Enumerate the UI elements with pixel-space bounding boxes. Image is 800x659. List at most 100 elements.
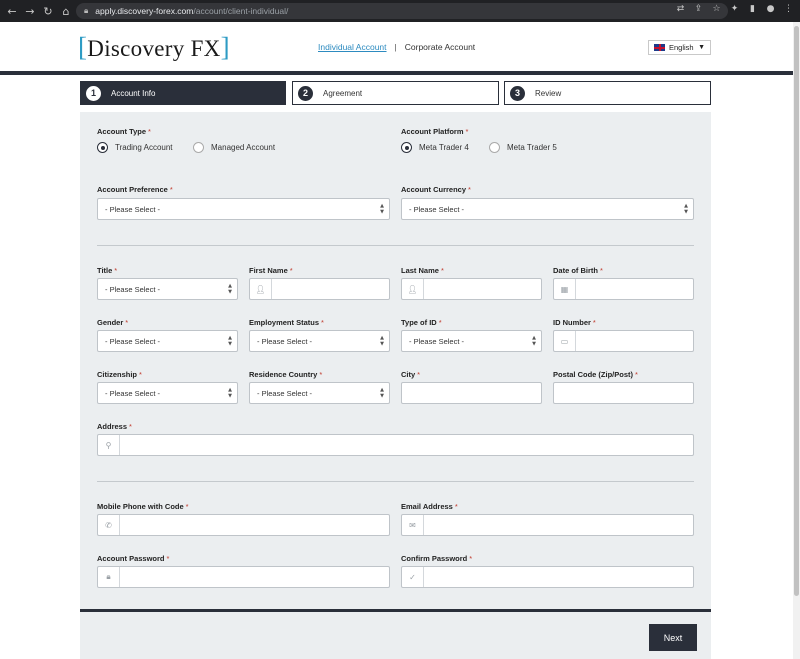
translate-icon[interactable]: ⇄ [675,4,686,14]
account-currency-select[interactable]: - Please Select - ▲ ▼ [401,198,694,220]
url-host: apply.discovery-forex.com [95,6,194,16]
mobile-phone-input[interactable] [120,515,389,535]
share-icon[interactable]: ⇪ [693,4,704,14]
title-select[interactable]: - Please Select - ▲ ▼ [97,278,238,300]
date-of-birth-input[interactable] [576,279,693,299]
select-arrows-icon: ▲ ▼ [228,387,232,399]
forward-icon[interactable]: → [21,5,39,18]
radio-meta-trader-5[interactable]: Meta Trader 5 [489,142,557,153]
extensions-icon[interactable]: ✦ [729,4,740,14]
id-number-input[interactable] [576,331,693,351]
account-password-field[interactable]: 🔒︎ [97,566,390,588]
radio-button[interactable] [97,142,108,153]
address-label: Address * [97,422,132,431]
email-input[interactable] [424,515,693,535]
first-name-field[interactable]: 👤︎ [249,278,390,300]
browser-menu-icon[interactable]: ⋮ [783,4,794,14]
postal-code-input[interactable] [554,383,693,403]
account-preference-label: Account Preference * [97,185,173,194]
postal-code-field[interactable] [553,382,694,404]
address-bar[interactable]: 🔒︎ apply.discovery-forex.com /account/cl… [76,3,728,19]
postal-code-label: Postal Code (Zip/Post) * [553,370,638,379]
select-value: - Please Select - [257,388,313,398]
map-marker-icon: ⚲ [98,435,120,455]
account-type-links: Individual Account | Corporate Account [318,42,475,52]
select-arrows-icon: ▲ ▼ [228,335,232,347]
logo-text: Discovery FX [87,36,221,61]
confirm-password-input[interactable] [424,567,693,587]
lock-icon: 🔒︎ [98,567,120,587]
mobile-phone-field[interactable]: ✆ [97,514,390,536]
step-number: 2 [298,85,313,101]
select-arrows-icon: ▲ ▼ [532,335,536,347]
select-value: - Please Select - [409,336,465,346]
radio-label: Meta Trader 5 [507,143,557,152]
url-path: /account/client-individual/ [193,6,289,16]
last-name-field[interactable]: 👤︎ [401,278,542,300]
radio-meta-trader-4[interactable]: Meta Trader 4 [401,142,469,153]
corporate-account-link[interactable]: Corporate Account [405,42,475,52]
radio-button[interactable] [193,142,204,153]
step-number: 1 [86,85,101,101]
back-icon[interactable]: ← [3,5,21,18]
account-password-input[interactable] [120,567,389,587]
step-review[interactable]: 3 Review [504,81,711,105]
title-label: Title * [97,266,118,275]
select-value: - Please Select - [257,336,313,346]
logo-bracket-left: [ [78,32,88,62]
radio-label: Managed Account [211,143,276,152]
radio-managed-account[interactable]: Managed Account [193,142,275,153]
reload-icon[interactable]: ↻ [39,5,57,18]
checkmark-icon: ✓ [402,567,424,587]
account-preference-select[interactable]: - Please Select - ▲ ▼ [97,198,390,220]
language-selector[interactable]: English ▼ [648,40,711,55]
bookmark-star-icon[interactable]: ☆ [711,4,722,14]
city-field[interactable] [401,382,542,404]
site-logo[interactable]: [Discovery FX] [78,32,230,63]
radio-trading-account[interactable]: Trading Account [97,142,173,153]
step-account-info[interactable]: 1 Account Info [80,81,286,105]
select-value: - Please Select - [105,204,161,214]
address-input[interactable] [120,435,693,455]
caret-down-icon: ▼ [698,44,705,51]
type-of-id-select[interactable]: - Please Select - ▲ ▼ [401,330,542,352]
step-agreement[interactable]: 2 Agreement [292,81,499,105]
section-divider [97,245,694,246]
logo-bracket-right: ] [220,32,230,62]
select-arrows-icon: ▲ ▼ [380,203,384,215]
employment-status-select[interactable]: - Please Select - ▲ ▼ [249,330,390,352]
city-input[interactable] [402,383,541,403]
phone-icon: ✆ [98,515,120,535]
last-name-input[interactable] [424,279,541,299]
citizenship-label: Citizenship * [97,370,142,379]
radio-button[interactable] [489,142,500,153]
next-button[interactable]: Next [649,624,697,651]
profile-icon[interactable]: ● [765,4,776,14]
individual-account-link[interactable]: Individual Account [318,42,387,52]
residence-country-select[interactable]: - Please Select - ▲ ▼ [249,382,390,404]
first-name-label: First Name * [249,266,293,275]
confirm-password-field[interactable]: ✓ [401,566,694,588]
side-panel-icon[interactable]: ▮ [747,4,758,14]
last-name-label: Last Name * [401,266,444,275]
form-footer [80,612,711,659]
citizenship-select[interactable]: - Please Select - ▲ ▼ [97,382,238,404]
first-name-input[interactable] [272,279,389,299]
scrollbar-thumb[interactable] [794,26,799,596]
envelope-icon: ✉ [402,515,424,535]
confirm-password-label: Confirm Password * [401,554,473,563]
gender-select[interactable]: - Please Select - ▲ ▼ [97,330,238,352]
section-divider [97,481,694,482]
date-of-birth-field[interactable]: ▦ [553,278,694,300]
radio-button[interactable] [401,142,412,153]
id-card-icon: ▭ [554,331,576,351]
home-icon[interactable]: ⌂ [57,5,75,18]
account-currency-label: Account Currency * [401,185,471,194]
page-scrollbar[interactable] [793,22,800,659]
account-password-label: Account Password * [97,554,170,563]
email-field[interactable]: ✉ [401,514,694,536]
id-number-field[interactable]: ▭ [553,330,694,352]
language-label: English [669,43,694,52]
step-number: 3 [510,85,525,101]
address-field[interactable]: ⚲ [97,434,694,456]
